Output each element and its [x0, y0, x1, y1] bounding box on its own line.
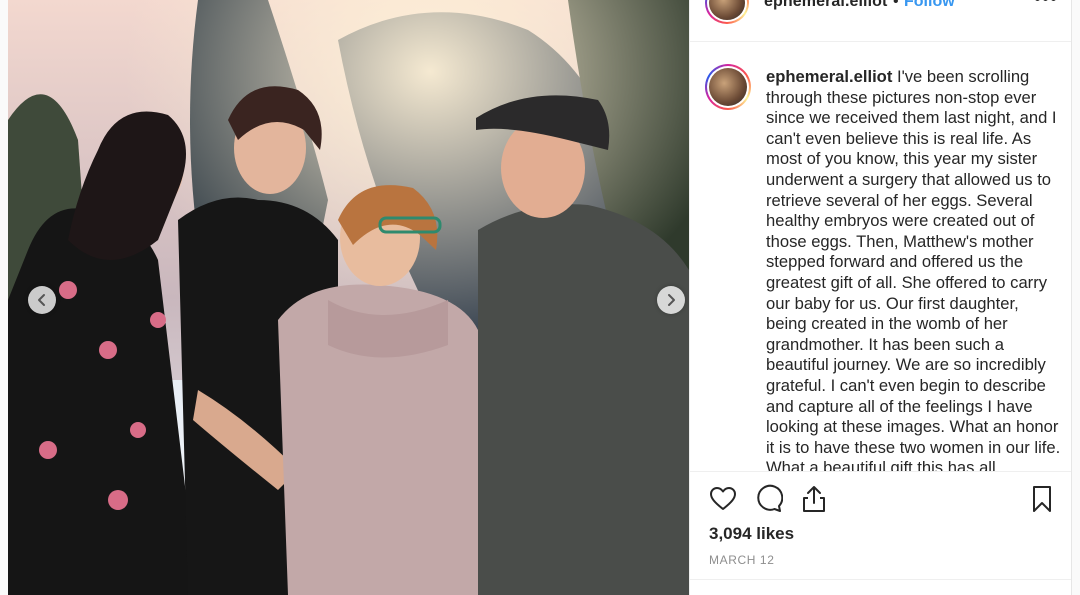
family-photo-image [8, 0, 689, 595]
comment-icon [757, 484, 784, 512]
chevron-left-icon [38, 294, 45, 306]
instagram-post: ephemeral.elliot • Follow ••• ephemeral.… [0, 0, 1080, 595]
post-actions: 3,094 likes MARCH 12 [690, 471, 1072, 595]
post-side-panel: ephemeral.elliot • Follow ••• ephemeral.… [689, 0, 1072, 595]
save-button[interactable] [1027, 484, 1057, 514]
chevron-right-icon [668, 294, 675, 306]
caption-username-link[interactable]: ephemeral.elliot [766, 67, 892, 86]
caption-avatar[interactable] [705, 64, 751, 110]
like-button[interactable] [708, 484, 738, 514]
heart-icon [710, 487, 736, 510]
likes-count[interactable]: 3,094 likes [709, 524, 794, 544]
left-gutter [0, 0, 8, 595]
header-separator: • [893, 0, 899, 10]
next-photo-button[interactable] [657, 286, 685, 314]
divider [690, 579, 1072, 580]
caption-text: ephemeral.elliot I've been scrolling thr… [766, 67, 1062, 471]
right-edge [1071, 0, 1080, 595]
post-header: ephemeral.elliot • Follow ••• [690, 0, 1072, 42]
caption-body: I've been scrolling through these pictur… [766, 67, 1061, 471]
bookmark-icon [1033, 486, 1051, 512]
share-icon [803, 486, 825, 512]
more-options-icon[interactable]: ••• [1034, 0, 1058, 11]
comment-button[interactable] [753, 484, 784, 514]
header-username-link[interactable]: ephemeral.elliot [764, 0, 887, 11]
follow-button[interactable]: Follow [904, 0, 955, 11]
share-button[interactable] [799, 484, 829, 514]
header-avatar[interactable] [705, 0, 749, 24]
post-photo[interactable] [8, 0, 689, 595]
previous-photo-button[interactable] [28, 286, 56, 314]
post-date[interactable]: MARCH 12 [709, 553, 774, 567]
caption-section: ephemeral.elliot I've been scrolling thr… [690, 43, 1072, 471]
